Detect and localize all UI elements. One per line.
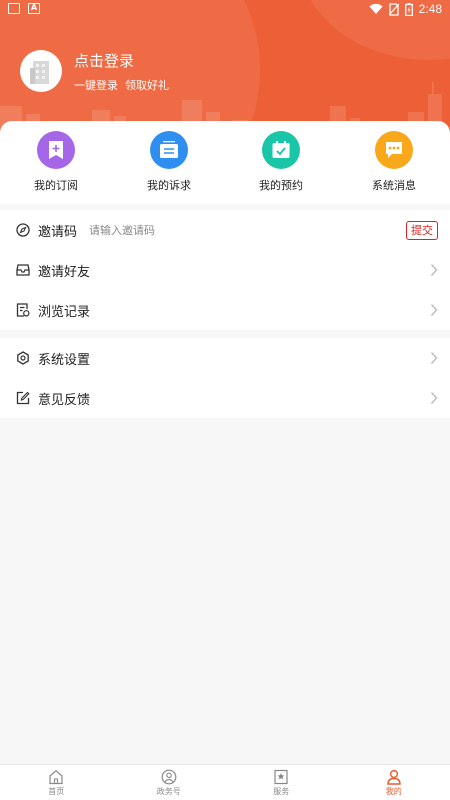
- battery-icon: [404, 2, 413, 16]
- menu-item-invite-friends[interactable]: 邀请好友: [0, 250, 450, 290]
- nav-label: 服务: [273, 787, 290, 796]
- chevron-right-icon: [430, 352, 438, 364]
- nav-tab-service[interactable]: 服务: [225, 765, 338, 800]
- compass-icon: [15, 223, 30, 238]
- message-icon: [375, 131, 413, 169]
- image-notification-icon: [8, 3, 20, 14]
- login-title[interactable]: 点击登录: [74, 50, 134, 71]
- bottom-navigation: 首页 政务号 服务 我的: [0, 764, 450, 800]
- home-icon: [49, 770, 63, 785]
- quick-action-label: 我的订阅: [34, 179, 78, 192]
- status-time: 2:48: [418, 2, 442, 16]
- menu-item-settings[interactable]: 系统设置: [0, 338, 450, 378]
- menu-item-label: 浏览记录: [38, 304, 91, 320]
- quick-action-label: 我的预约: [259, 179, 303, 192]
- menu-item-label: 意见反馈: [38, 392, 91, 408]
- app-notification-icon: A: [28, 3, 40, 14]
- menu-section-1: 邀请码 请输入邀请码 提交 邀请好友 浏览记录: [0, 210, 450, 330]
- nav-tab-profile[interactable]: 我的: [338, 765, 450, 800]
- chevron-right-icon: [430, 304, 438, 316]
- history-icon: [15, 303, 30, 318]
- service-icon: [274, 769, 288, 785]
- menu-item-label: 系统设置: [38, 352, 91, 368]
- nav-tab-gov-account[interactable]: 政务号: [113, 765, 226, 800]
- profile-header: A 2:48 点击登录 一键登录 领取好礼: [0, 0, 450, 136]
- quick-action-appointment[interactable]: 我的预约: [236, 131, 326, 193]
- profile-icon: [387, 769, 401, 785]
- quick-action-label: 系统消息: [372, 179, 416, 192]
- quick-action-appeal[interactable]: 我的诉求: [124, 131, 214, 193]
- login-subtitle[interactable]: 一键登录 领取好礼: [74, 77, 169, 93]
- quick-action-message[interactable]: 系统消息: [349, 131, 439, 193]
- nav-label: 政务号: [156, 787, 181, 796]
- menu-section-2: 系统设置 意见反馈: [0, 338, 450, 418]
- invite-code-row: 邀请码 请输入邀请码 提交: [0, 210, 450, 250]
- nav-tab-home[interactable]: 首页: [0, 765, 113, 800]
- subscription-icon: [37, 131, 75, 169]
- submit-invite-code-button[interactable]: 提交: [406, 221, 438, 240]
- feedback-icon: [15, 391, 30, 406]
- invite-friend-icon: [15, 263, 30, 278]
- no-sim-icon: [388, 2, 399, 16]
- nav-label: 我的: [385, 787, 402, 796]
- chevron-right-icon: [430, 392, 438, 404]
- quick-actions-card: 我的订阅 我的诉求 我的预约 系统消息: [0, 121, 450, 204]
- appointment-icon: [262, 131, 300, 169]
- invite-code-label: 邀请码: [38, 224, 78, 240]
- menu-item-feedback[interactable]: 意见反馈: [0, 378, 450, 418]
- quick-action-label: 我的诉求: [147, 179, 191, 192]
- invite-code-input[interactable]: 请输入邀请码: [89, 222, 155, 238]
- nav-label: 首页: [48, 787, 65, 796]
- status-bar: A 2:48: [0, 0, 450, 20]
- avatar[interactable]: [20, 50, 62, 92]
- menu-item-label: 邀请好友: [38, 264, 91, 280]
- gov-account-icon: [161, 769, 177, 785]
- appeal-icon: [150, 131, 188, 169]
- chevron-right-icon: [430, 264, 438, 276]
- settings-icon: [15, 351, 30, 366]
- wifi-icon: [369, 3, 383, 15]
- quick-action-subscription[interactable]: 我的订阅: [11, 131, 101, 193]
- building-icon: [30, 61, 49, 84]
- menu-item-history[interactable]: 浏览记录: [0, 290, 450, 330]
